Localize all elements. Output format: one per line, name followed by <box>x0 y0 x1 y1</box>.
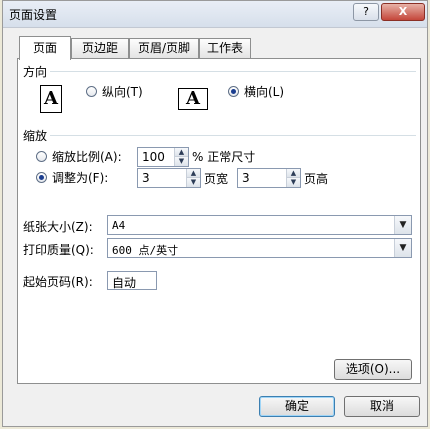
options-button[interactable]: 选项(O)... <box>334 359 412 380</box>
orientation-divider <box>50 71 416 72</box>
scaling-group-label: 缩放 <box>23 129 48 143</box>
dialog-title: 页面设置 <box>9 8 58 22</box>
adjust-to-spinner[interactable]: 100 ▲ ▼ <box>137 147 189 167</box>
first-page-number-label: 起始页码(R): <box>23 275 93 289</box>
tab-page[interactable]: 页面 <box>19 36 71 60</box>
pages-wide-label: 页宽 <box>204 172 229 186</box>
tab-sheet[interactable]: 工作表 <box>199 38 251 58</box>
first-page-number-value[interactable]: 自动 <box>112 274 136 291</box>
portrait-label[interactable]: 纵向(T) <box>102 83 143 100</box>
paper-size-value: A4 <box>112 219 126 232</box>
orientation-group-label: 方向 <box>23 65 48 79</box>
close-button[interactable]: X <box>381 3 425 21</box>
adjust-to-label[interactable]: 缩放比例(A): <box>52 148 122 165</box>
landscape-page-icon: A <box>178 88 208 110</box>
portrait-radio[interactable] <box>86 86 97 97</box>
page-setup-dialog: 页面设置 ? X 页面 页边距 页眉/页脚 工作表 方向 A 纵向(T) A 横… <box>2 0 428 427</box>
cancel-button[interactable]: 取消 <box>344 396 420 417</box>
title-bar: 页面设置 ? X <box>3 1 427 28</box>
chevron-down-icon[interactable]: ▼ <box>394 239 411 257</box>
paper-size-label: 纸张大小(Z): <box>23 220 93 234</box>
pages-tall-spinner[interactable]: 3 ▲ ▼ <box>237 168 301 188</box>
pages-tall-label: 页高 <box>304 172 329 186</box>
scaling-divider <box>50 135 416 136</box>
adjust-to-radio[interactable] <box>36 151 47 162</box>
paper-size-select[interactable]: A4 ▼ <box>107 215 412 235</box>
print-quality-value: 600 点/英寸 <box>112 244 179 257</box>
spinner-arrows: ▲ ▼ <box>174 148 188 166</box>
portrait-page-icon: A <box>40 85 62 113</box>
pages-wide-spinner[interactable]: 3 ▲ ▼ <box>137 168 201 188</box>
pages-tall-value[interactable]: 3 <box>242 171 250 185</box>
chevron-down-icon[interactable]: ▼ <box>394 216 411 234</box>
print-quality-select[interactable]: 600 点/英寸 ▼ <box>107 238 412 258</box>
help-button[interactable]: ? <box>353 3 379 21</box>
landscape-label[interactable]: 横向(L) <box>244 83 284 100</box>
spin-down-icon[interactable]: ▼ <box>187 178 200 187</box>
tab-margins[interactable]: 页边距 <box>71 38 129 58</box>
spinner-arrows: ▲ ▼ <box>286 169 300 187</box>
spinner-arrows: ▲ ▼ <box>186 169 200 187</box>
ok-button[interactable]: 确定 <box>259 396 335 417</box>
spin-up-icon[interactable]: ▲ <box>187 169 200 178</box>
adjust-to-value[interactable]: 100 <box>142 150 165 164</box>
fit-to-radio[interactable] <box>36 172 47 183</box>
percent-normal-size-label: % 正常尺寸 <box>192 150 256 164</box>
first-page-number-input[interactable]: 自动 <box>107 271 157 290</box>
spin-down-icon[interactable]: ▼ <box>175 157 188 166</box>
pages-wide-value[interactable]: 3 <box>142 171 150 185</box>
tab-header-footer[interactable]: 页眉/页脚 <box>129 38 199 58</box>
spin-down-icon[interactable]: ▼ <box>287 178 300 187</box>
spin-up-icon[interactable]: ▲ <box>175 148 188 157</box>
print-quality-label: 打印质量(Q): <box>23 243 94 257</box>
landscape-radio[interactable] <box>228 86 239 97</box>
tab-panel-page: 方向 A 纵向(T) A 横向(L) 缩放 缩放比例(A): 100 ▲ ▼ %… <box>17 58 421 384</box>
fit-to-label[interactable]: 调整为(F): <box>52 169 108 186</box>
spin-up-icon[interactable]: ▲ <box>287 169 300 178</box>
